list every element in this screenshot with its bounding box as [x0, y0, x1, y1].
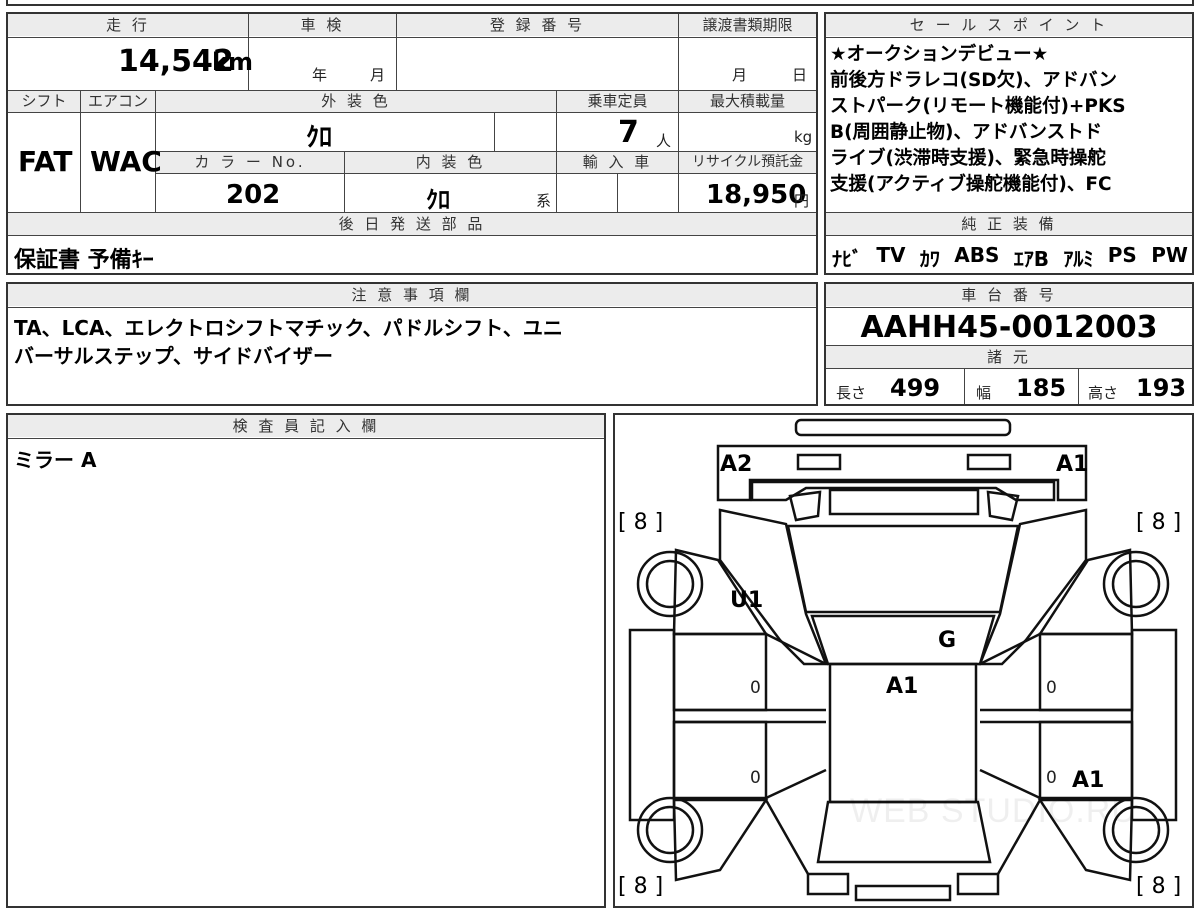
- tire-front-left: [ 8 ]: [618, 510, 664, 535]
- capacity-value: 7: [618, 115, 639, 150]
- shift-value: FAT: [18, 145, 73, 178]
- transfer-month-unit: 月: [732, 66, 748, 84]
- interior-color-value: ｸﾛ: [426, 186, 450, 214]
- mileage-label: 走 行: [106, 16, 150, 34]
- capacity-unit: 人: [656, 132, 672, 150]
- sales-points-label: セ ー ル ス ポ イ ン ト: [909, 16, 1109, 34]
- notes-line: TA、LCA、エレクトロシフトマチック、パドルシフト、ユニ: [14, 316, 563, 340]
- import-label: 輸 入 車: [582, 153, 653, 171]
- length-value: 499: [890, 374, 941, 402]
- shaken-label: 車 検: [300, 16, 345, 34]
- chassis-value: AAHH45-0012003: [860, 310, 1158, 345]
- equip-item: TV: [876, 243, 906, 267]
- inspector-label: 検 査 員 記 入 欄: [232, 417, 380, 435]
- shaken-year-unit: 年: [312, 66, 328, 84]
- max-load-label: 最大積載量: [709, 92, 785, 110]
- equip-item: ｱﾙﾐ: [1063, 247, 1094, 271]
- sales-points-text: ★オークションデビュー★ 前後方ドラレコ(SD欠)、アドバン ストパーク(リモー…: [830, 42, 1190, 198]
- exterior-color-value: ｸﾛ: [306, 123, 333, 153]
- zero-mark: 0: [750, 768, 761, 788]
- mark-rear-right: A1: [1072, 768, 1105, 793]
- notes-line: バーサルステップ、サイドバイザー: [14, 344, 333, 368]
- tire-front-right: [ 8 ]: [1136, 510, 1182, 535]
- interior-color-label: 内 装 色: [415, 153, 486, 171]
- tire-rear-left: [ 8 ]: [618, 874, 664, 899]
- inspector-value: ミラー A: [14, 448, 97, 472]
- mark-windshield: G: [938, 628, 957, 653]
- aircon-value: WAC: [90, 145, 162, 178]
- mark-u1: U1: [730, 588, 764, 613]
- zero-mark: 0: [1046, 678, 1057, 698]
- recycle-unit: 円: [794, 192, 810, 210]
- equip-item: ABS: [954, 243, 1000, 267]
- parts-later-value: 保証書 予備ｷｰ: [14, 248, 154, 273]
- specs-label: 諸 元: [987, 348, 1031, 366]
- tire-rear-right: [ 8 ]: [1136, 874, 1182, 899]
- inspector-panel: [6, 413, 606, 908]
- notes-label: 注 意 事 項 欄: [351, 286, 473, 304]
- interior-color-suffix: 系: [536, 192, 552, 210]
- exterior-color-label: 外 装 色: [321, 92, 391, 110]
- mark-front-left: A2: [720, 452, 753, 477]
- notes-text: TA、LCA、エレクトロシフトマチック、パドルシフト、ユニ バーサルステップ、サ…: [14, 314, 563, 370]
- sales-line: 前後方ドラレコ(SD欠)、アドバン: [830, 70, 1118, 91]
- recycle-label: リサイクル預託金: [691, 154, 804, 170]
- aircon-label: エアコン: [87, 92, 148, 110]
- color-no-value: 202: [226, 180, 281, 210]
- height-label: 高さ: [1088, 384, 1119, 402]
- watermark: WEB STUDIO.RU: [850, 792, 1137, 830]
- recycle-value: 18,950: [706, 180, 807, 210]
- equip-item: PS: [1107, 243, 1137, 267]
- equip-item: PW: [1151, 243, 1188, 267]
- color-no-label: カ ラ ー No.: [194, 153, 306, 171]
- transfer-day-unit: 日: [792, 66, 808, 84]
- width-label: 幅: [976, 384, 992, 402]
- mark-roof: A1: [886, 674, 919, 699]
- shift-label: シフト: [21, 92, 67, 110]
- genuine-equipment-list: ﾅﾋﾞ TV ｶﾜ ABS ｴｱB ｱﾙﾐ PS PW: [832, 243, 1188, 272]
- shaken-month-unit: 月: [370, 66, 386, 84]
- equip-item: ｴｱB: [1013, 247, 1050, 271]
- mileage-unit: km: [212, 48, 253, 76]
- sales-line: ストパーク(リモート機能付)+PKS: [830, 96, 1126, 117]
- zero-mark: 0: [750, 678, 761, 698]
- top-strip: [6, 0, 1194, 6]
- zero-mark: 0: [1046, 768, 1057, 788]
- length-label: 長さ: [836, 384, 867, 402]
- sales-line: ライブ(渋滞時支援)、緊急時操舵: [830, 148, 1106, 169]
- sales-line: 支援(アクティブ操舵機能付)、FC: [830, 174, 1112, 195]
- transfer-deadline-label: 譲渡書類期限: [702, 16, 793, 34]
- sales-line: ★オークションデビュー★: [830, 44, 1049, 65]
- registration-label: 登 録 番 号: [489, 16, 586, 34]
- height-value: 193: [1136, 374, 1187, 402]
- mark-front-right: A1: [1056, 452, 1089, 477]
- parts-later-label: 後 日 発 送 部 品: [338, 215, 486, 233]
- max-load-unit: kg: [794, 128, 813, 146]
- equip-item: ﾅﾋﾞ: [832, 247, 862, 271]
- sales-line: B(周囲静止物)、アドバンストド: [830, 122, 1103, 143]
- capacity-label: 乗車定員: [587, 92, 648, 110]
- equip-item: ｶﾜ: [919, 247, 940, 271]
- width-value: 185: [1016, 374, 1067, 402]
- genuine-equipment-label: 純 正 装 備: [961, 215, 1057, 233]
- chassis-label: 車 台 番 号: [961, 286, 1057, 304]
